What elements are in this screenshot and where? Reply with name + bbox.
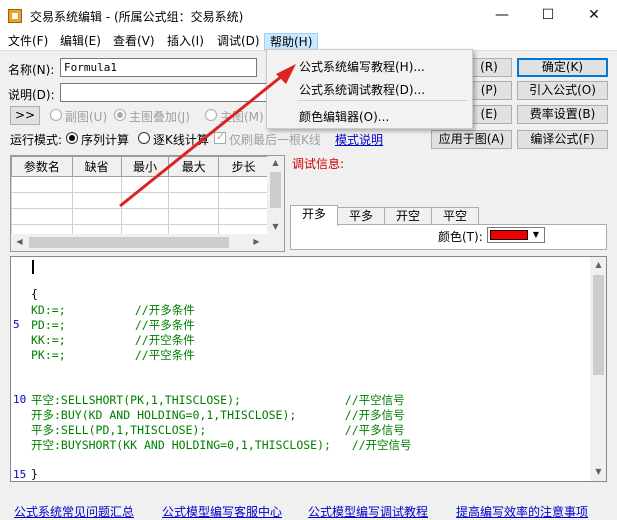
- scroll-thumb[interactable]: [29, 237, 229, 248]
- params-table[interactable]: 参数名 缺省 最小 最大 步长 ▲ ▼ ◀ ▶: [10, 155, 285, 252]
- params-vertical-scrollbar[interactable]: ▲ ▼: [267, 156, 284, 234]
- menu-edit[interactable]: 编辑(E): [55, 33, 106, 50]
- line-number: 5: [13, 318, 20, 331]
- expand-button[interactable]: >>: [10, 106, 40, 125]
- menu-separator: [297, 100, 467, 101]
- color-select[interactable]: ▼: [487, 227, 545, 243]
- menu-help[interactable]: 帮助(H): [264, 33, 319, 50]
- description-input[interactable]: [60, 83, 267, 102]
- link-faq[interactable]: 公式系统常见问题汇总: [14, 503, 134, 520]
- code-line: 平多:SELL(PD,1,THISCLOSE); //平多信号: [31, 423, 405, 437]
- header-param-name[interactable]: 参数名: [11, 156, 73, 177]
- sequence-calc-label: 序列计算: [81, 133, 130, 147]
- main-chart-radio[interactable]: [205, 109, 217, 121]
- code-line: PD:=; //平多条件: [31, 318, 195, 332]
- chevron-down-icon[interactable]: ▼: [529, 229, 543, 241]
- table-row[interactable]: [11, 192, 269, 209]
- code-line: KK:=; //开空条件: [31, 333, 195, 347]
- maximize-button[interactable]: ☐: [525, 0, 571, 31]
- header-min[interactable]: 最小: [120, 156, 170, 177]
- app-icon: [8, 9, 22, 23]
- scroll-up-icon[interactable]: ▲: [267, 158, 284, 167]
- close-button[interactable]: ✕: [571, 0, 617, 31]
- scroll-thumb[interactable]: [593, 275, 604, 375]
- header-default[interactable]: 缺省: [71, 156, 122, 177]
- debug-info-label: 调试信息:: [292, 157, 345, 171]
- color-swatch: [490, 230, 528, 240]
- line-number: 15: [13, 468, 27, 481]
- last-bar-only-checkbox[interactable]: [214, 130, 226, 144]
- code-text[interactable]: { KD:=; //开多条件 5 PD:=; //平多条件 KK:=; //开空…: [11, 257, 590, 481]
- scroll-thumb[interactable]: [270, 172, 281, 208]
- compile-button[interactable]: 编译公式(F): [517, 130, 608, 149]
- bar-calc-radio[interactable]: [138, 132, 150, 144]
- link-efficiency-tips[interactable]: 提高编写效率的注意事项: [456, 503, 588, 520]
- tab-open-long[interactable]: 开多: [290, 205, 338, 226]
- debug-info-panel: 调试信息:: [290, 153, 607, 203]
- menu-item-writing-tutorial[interactable]: 公式系统编写教程(H)...: [299, 58, 425, 75]
- run-mode-label: 运行模式:: [10, 133, 63, 147]
- sub-chart-radio[interactable]: [50, 109, 62, 121]
- description-label: 说明(D):: [8, 88, 55, 102]
- header-max[interactable]: 最大: [168, 156, 220, 177]
- main-overlay-radio[interactable]: [114, 109, 126, 121]
- last-bar-only-label: 仅刷最后一根K线: [229, 133, 321, 147]
- link-debug-tutorial[interactable]: 公式模型编写调试教程: [308, 503, 428, 520]
- link-support-center[interactable]: 公式模型编写客服中心: [162, 503, 282, 520]
- signal-tabs: 开多 平多 开空 平空: [290, 205, 607, 226]
- menu-insert[interactable]: 插入(I): [162, 33, 209, 50]
- sub-chart-label: 副图(U): [65, 110, 108, 124]
- code-line: 平空:SELLSHORT(PK,1,THISCLOSE); //平空信号: [31, 393, 405, 407]
- code-line: 开空:BUYSHORT(KK AND HOLDING=0,1,THISCLOSE…: [31, 438, 412, 452]
- window-title: 交易系统编辑 - (所属公式组：交易系统): [30, 10, 244, 24]
- params-header-row: 参数名 缺省 最小 最大 步长: [11, 156, 269, 177]
- menu-debug[interactable]: 调试(D): [212, 33, 265, 50]
- code-line: PK:=; //平空条件: [31, 348, 195, 362]
- menu-item-debug-tutorial[interactable]: 公式系统调试教程(D)...: [299, 81, 425, 98]
- code-line: }: [31, 467, 38, 481]
- line-number: 10: [13, 393, 27, 406]
- code-line: {: [31, 287, 38, 301]
- name-label: 名称(N):: [8, 63, 55, 77]
- help-dropdown-menu: 公式系统编写教程(H)... 公式系统调试教程(D)... 颜色编辑器(O)..…: [266, 49, 473, 129]
- menu-item-color-editor[interactable]: 颜色编辑器(O)...: [299, 108, 389, 125]
- color-label: 颜色(T):: [438, 230, 483, 244]
- ok-button[interactable]: 确定(K): [517, 58, 608, 77]
- editor-vertical-scrollbar[interactable]: ▲ ▼: [590, 257, 606, 481]
- header-step[interactable]: 步长: [218, 156, 269, 177]
- code-line: KD:=; //开多条件: [31, 303, 195, 317]
- rate-settings-button[interactable]: 费率设置(B): [517, 105, 608, 124]
- tab-close-short[interactable]: 平空: [431, 207, 479, 225]
- text-caret: [32, 260, 34, 274]
- menu-bar: 文件(F) 编辑(E) 查看(V) 插入(I) 调试(D) 帮助(H): [0, 31, 617, 51]
- scroll-up-icon[interactable]: ▲: [590, 260, 606, 269]
- params-horizontal-scrollbar[interactable]: ◀ ▶: [11, 234, 284, 251]
- import-formula-button[interactable]: 引入公式(O): [517, 81, 608, 100]
- code-editor[interactable]: { KD:=; //开多条件 5 PD:=; //平多条件 KK:=; //开空…: [10, 256, 607, 482]
- scroll-down-icon[interactable]: ▼: [267, 222, 284, 231]
- name-input[interactable]: Formula1: [60, 58, 257, 77]
- tab-open-short[interactable]: 开空: [384, 207, 432, 225]
- table-row[interactable]: [11, 176, 269, 193]
- scroll-left-icon[interactable]: ◀: [11, 237, 28, 246]
- tab-close-long[interactable]: 平多: [337, 207, 385, 225]
- minimize-button[interactable]: —: [479, 0, 525, 31]
- sequence-calc-radio[interactable]: [66, 132, 78, 144]
- bar-calc-label: 逐K线计算: [153, 133, 209, 147]
- scroll-down-icon[interactable]: ▼: [590, 467, 606, 476]
- mode-help-link[interactable]: 模式说明: [335, 131, 383, 148]
- scroll-right-icon[interactable]: ▶: [248, 237, 265, 246]
- bottom-links: 公式系统常见问题汇总 公式模型编写客服中心 公式模型编写调试教程 提高编写效率的…: [0, 502, 617, 520]
- main-chart-label: 主图(M): [220, 110, 264, 124]
- menu-file[interactable]: 文件(F): [3, 33, 53, 50]
- table-row[interactable]: [11, 208, 269, 225]
- title-bar: 交易系统编辑 - (所属公式组：交易系统) — ☐ ✕: [0, 0, 617, 31]
- menu-view[interactable]: 查看(V): [108, 33, 160, 50]
- apply-to-chart-button[interactable]: 应用于图(A): [431, 130, 512, 149]
- main-overlay-label: 主图叠加(J): [129, 110, 190, 124]
- code-line: 开多:BUY(KD AND HOLDING=0,1,THISCLOSE); //…: [31, 408, 405, 422]
